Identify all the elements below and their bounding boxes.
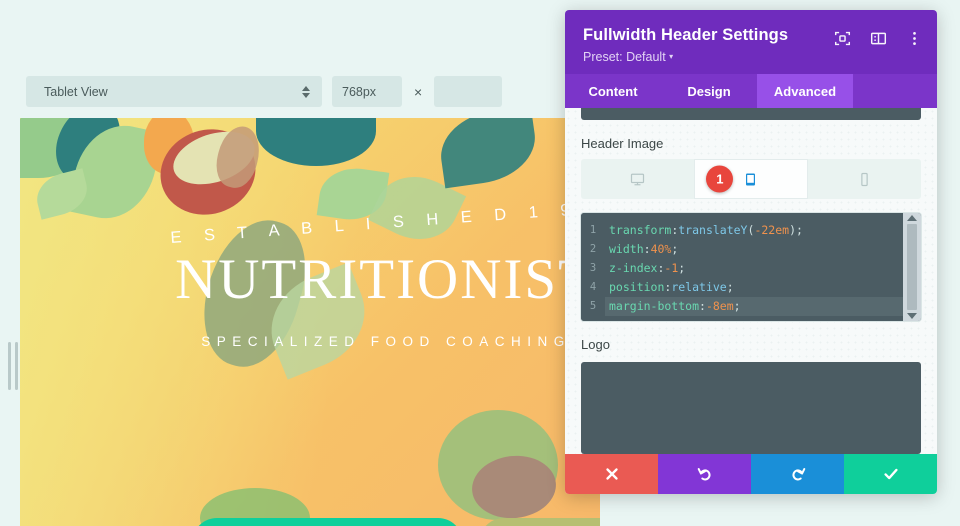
line-number: 5 <box>589 300 597 312</box>
line-number: 3 <box>589 262 597 274</box>
responsive-toolbar: Tablet View × <box>26 76 503 107</box>
view-mode-label: Tablet View <box>44 84 108 99</box>
line-number: 4 <box>589 281 597 293</box>
close-icon <box>605 468 618 480</box>
modal-header-icons <box>834 30 923 47</box>
tab-design[interactable]: Design <box>661 74 757 108</box>
hero-cta-group: GET STARTED FOR FREE CONTACT ME <box>192 518 600 526</box>
modal-header: Fullwidth Header Settings Preset: Defaul… <box>565 10 937 74</box>
resize-drag-handle[interactable] <box>6 342 19 390</box>
header-image-label: Header Image <box>581 136 664 151</box>
phone-icon <box>861 172 868 186</box>
responsive-device-tabs: 1 <box>581 159 921 199</box>
save-button[interactable] <box>844 454 937 494</box>
tab-advanced[interactable]: Advanced <box>757 74 853 108</box>
line-number: 1 <box>589 224 597 236</box>
cancel-button[interactable] <box>565 454 658 494</box>
focus-icon[interactable] <box>834 30 851 47</box>
code-line-active: margin-bottom:-8em; <box>605 297 903 316</box>
chevron-down-icon: ▾ <box>669 52 674 61</box>
device-tab-tablet[interactable]: 1 <box>694 159 808 199</box>
dimension-separator: × <box>414 83 423 100</box>
scroll-up-icon[interactable] <box>907 215 917 221</box>
tablet-icon <box>746 173 756 185</box>
check-icon <box>883 468 898 480</box>
line-number: 2 <box>589 243 597 255</box>
redo-icon <box>791 468 805 481</box>
chevron-updown-icon <box>302 85 310 98</box>
code-line: transform:translateY(-22em); <box>609 223 803 237</box>
editor-code-area[interactable]: transform:translateY(-22em); width:40%; … <box>605 213 903 321</box>
modal-action-bar <box>565 454 937 494</box>
more-vertical-icon[interactable] <box>906 30 923 47</box>
editor-scrollbar[interactable] <box>903 213 921 321</box>
screen-root: Tablet View × E S T A B L I S H E D 1 <box>0 0 960 526</box>
code-line: z-index:-1; <box>609 261 686 275</box>
device-tab-phone[interactable] <box>808 159 921 199</box>
undo-icon <box>697 468 711 481</box>
tab-content[interactable]: Content <box>565 74 661 108</box>
layout-panel-icon[interactable] <box>870 30 887 47</box>
settings-modal: Fullwidth Header Settings Preset: Defaul… <box>565 10 937 494</box>
preset-dropdown[interactable]: Preset: Default ▾ <box>583 50 919 64</box>
modified-count-badge: 1 <box>706 165 734 193</box>
editor-scrollbar-thumb[interactable] <box>907 224 917 310</box>
view-mode-select[interactable]: Tablet View <box>26 76 322 107</box>
preset-label: Preset: Default <box>583 50 666 64</box>
modal-tabs: Content Design Advanced <box>565 74 937 108</box>
undo-button[interactable] <box>658 454 751 494</box>
code-line: position:relative; <box>609 280 734 294</box>
device-tab-desktop[interactable] <box>581 159 694 199</box>
custom-css-editor[interactable]: 1 2 3 4 5 transform:translateY(-22em); w… <box>581 213 921 321</box>
get-started-button[interactable]: GET STARTED FOR FREE <box>192 518 463 526</box>
hero-preview: E S T A B L I S H E D 1 9 9 NUTRITIONIST… <box>20 118 600 526</box>
previous-code-field-clipped <box>581 108 921 120</box>
viewport-height-input[interactable] <box>434 76 503 107</box>
editor-gutter: 1 2 3 4 5 <box>581 213 605 321</box>
modal-body: Header Image 1 1 2 3 4 5 transform:trans… <box>565 108 937 454</box>
scroll-down-icon[interactable] <box>907 313 917 319</box>
logo-css-editor[interactable] <box>581 362 921 454</box>
viewport-width-input[interactable] <box>332 76 402 107</box>
contact-me-button[interactable]: CONTACT ME <box>478 518 600 526</box>
desktop-icon <box>631 173 645 185</box>
code-line: width:40%; <box>609 242 679 256</box>
logo-label: Logo <box>581 337 610 352</box>
redo-button[interactable] <box>751 454 844 494</box>
